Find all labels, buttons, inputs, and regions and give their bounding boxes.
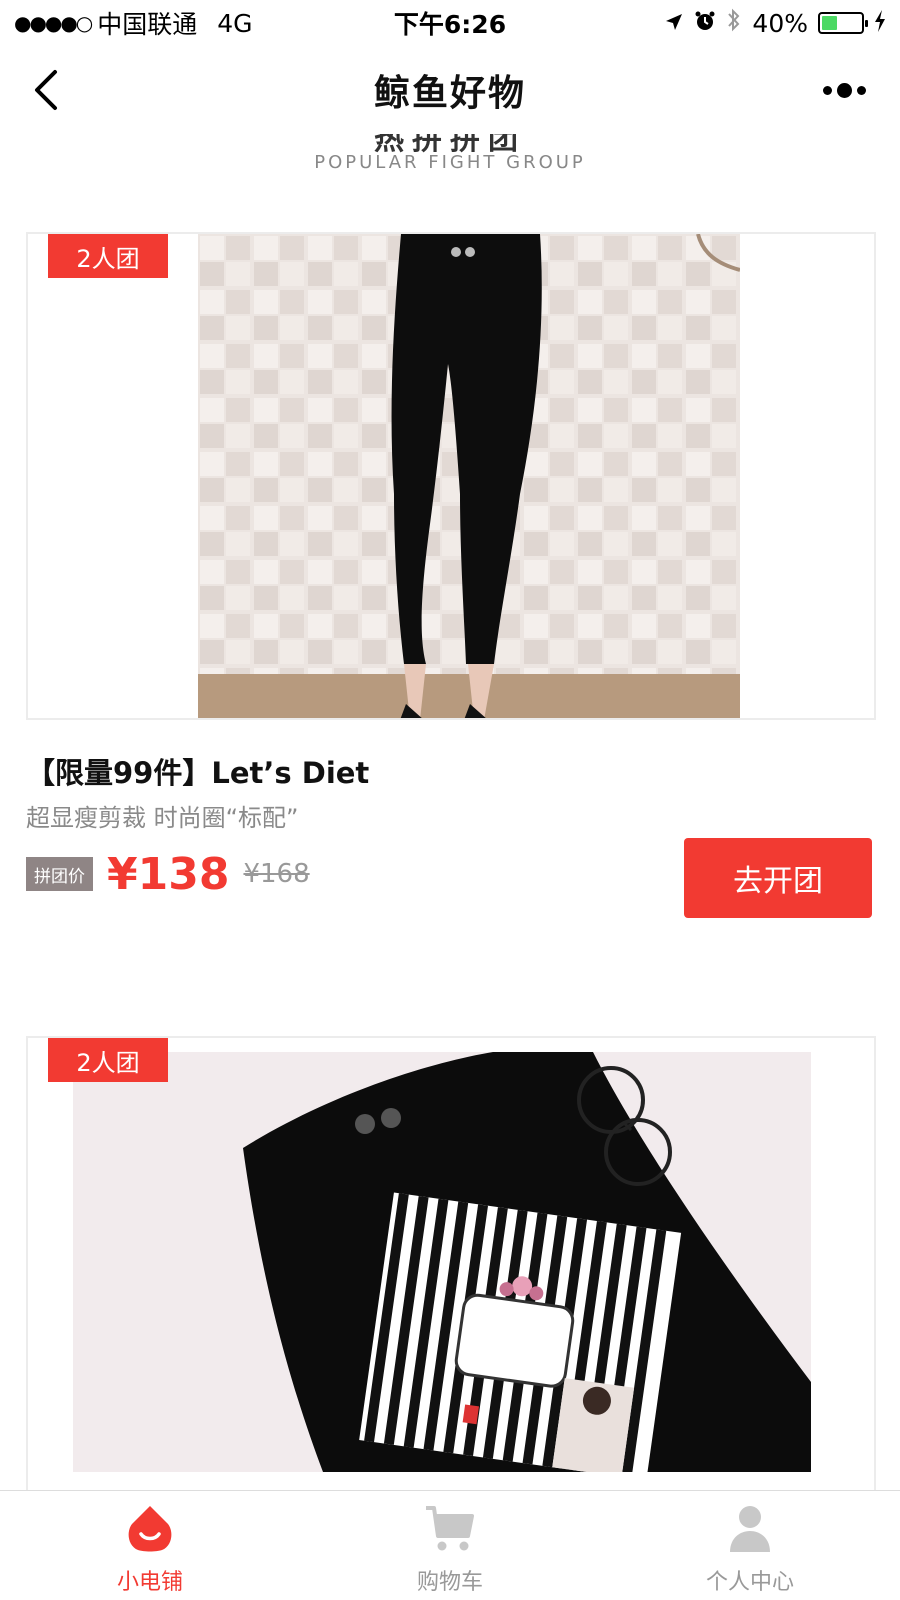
group-price-tag: 拼团价 xyxy=(26,857,93,891)
product-image-frame[interactable]: 2人团 xyxy=(26,1036,876,1524)
battery-percent: 40% xyxy=(752,8,808,38)
group-price: ¥138 xyxy=(107,848,230,900)
nav-bar: 鲸鱼好物 xyxy=(0,46,900,134)
tab-bar: 小电铺 购物车 个人中心 xyxy=(0,1490,900,1600)
battery-icon xyxy=(818,12,868,34)
tab-shop[interactable]: 小电铺 xyxy=(0,1491,300,1600)
bluetooth-icon xyxy=(726,7,742,39)
section-heading: 热拼拼团 POPULAR FIGHT GROUP xyxy=(0,134,900,182)
cart-icon xyxy=(422,1500,478,1556)
shop-icon xyxy=(122,1500,178,1556)
more-dot-icon xyxy=(836,82,852,98)
chevron-left-icon xyxy=(35,70,57,110)
tab-profile[interactable]: 个人中心 xyxy=(600,1491,900,1600)
page-title: 鲸鱼好物 xyxy=(373,73,526,114)
product-image-frame[interactable]: 2人团 xyxy=(26,232,876,720)
tab-label: 购物车 xyxy=(416,1570,483,1595)
section-title-en: POPULAR FIGHT GROUP xyxy=(314,152,586,173)
more-dot-icon xyxy=(856,85,866,95)
group-size-badge: 2人团 xyxy=(48,1038,168,1082)
alarm-icon xyxy=(694,9,716,38)
tab-label: 个人中心 xyxy=(705,1570,794,1595)
status-bar: ●●●●○ 中国联通 4G 下午6:26 40% xyxy=(0,0,900,46)
back-button[interactable] xyxy=(22,66,70,114)
battery-level xyxy=(822,16,838,30)
product-photo xyxy=(73,1052,811,1472)
original-price: ¥168 xyxy=(243,859,310,889)
signal-strength-icon: ●●●●○ xyxy=(14,11,93,35)
status-right: 40% xyxy=(664,7,886,39)
product-subtitle: 超显瘦剪裁 时尚圈“标配” xyxy=(26,804,299,832)
product-card[interactable]: 2人团 xyxy=(26,1036,876,1524)
pants-photo-illustration xyxy=(198,234,740,718)
start-group-button[interactable]: 去开团 xyxy=(684,838,872,918)
product-card[interactable]: 2人团 【限量99件】Let’s Diet 超显瘦剪裁 时尚圈“标配” 拼团价 … xyxy=(26,232,876,918)
product-photo xyxy=(198,234,740,718)
tab-cart[interactable]: 购物车 xyxy=(300,1491,600,1600)
status-left: ●●●●○ 中国联通 4G xyxy=(14,5,664,41)
page: ●●●●○ 中国联通 4G 下午6:26 40% 鲸鱼好物 热拼拼团 POPUL… xyxy=(0,0,900,1600)
user-icon xyxy=(722,1500,778,1556)
charging-icon xyxy=(874,9,886,38)
location-arrow-icon xyxy=(664,9,684,38)
product-title[interactable]: 【限量99件】Let’s Diet xyxy=(26,750,369,792)
carrier-name: 中国联通 xyxy=(97,10,198,39)
more-dot-icon xyxy=(822,85,832,95)
tab-label: 小电铺 xyxy=(116,1570,183,1595)
price-row: 拼团价 ¥138 ¥168 xyxy=(26,844,310,904)
more-options-button[interactable] xyxy=(814,68,874,112)
network-type: 4G xyxy=(217,8,253,38)
pants-flatlay-illustration xyxy=(73,1052,811,1472)
group-size-badge: 2人团 xyxy=(48,234,168,278)
